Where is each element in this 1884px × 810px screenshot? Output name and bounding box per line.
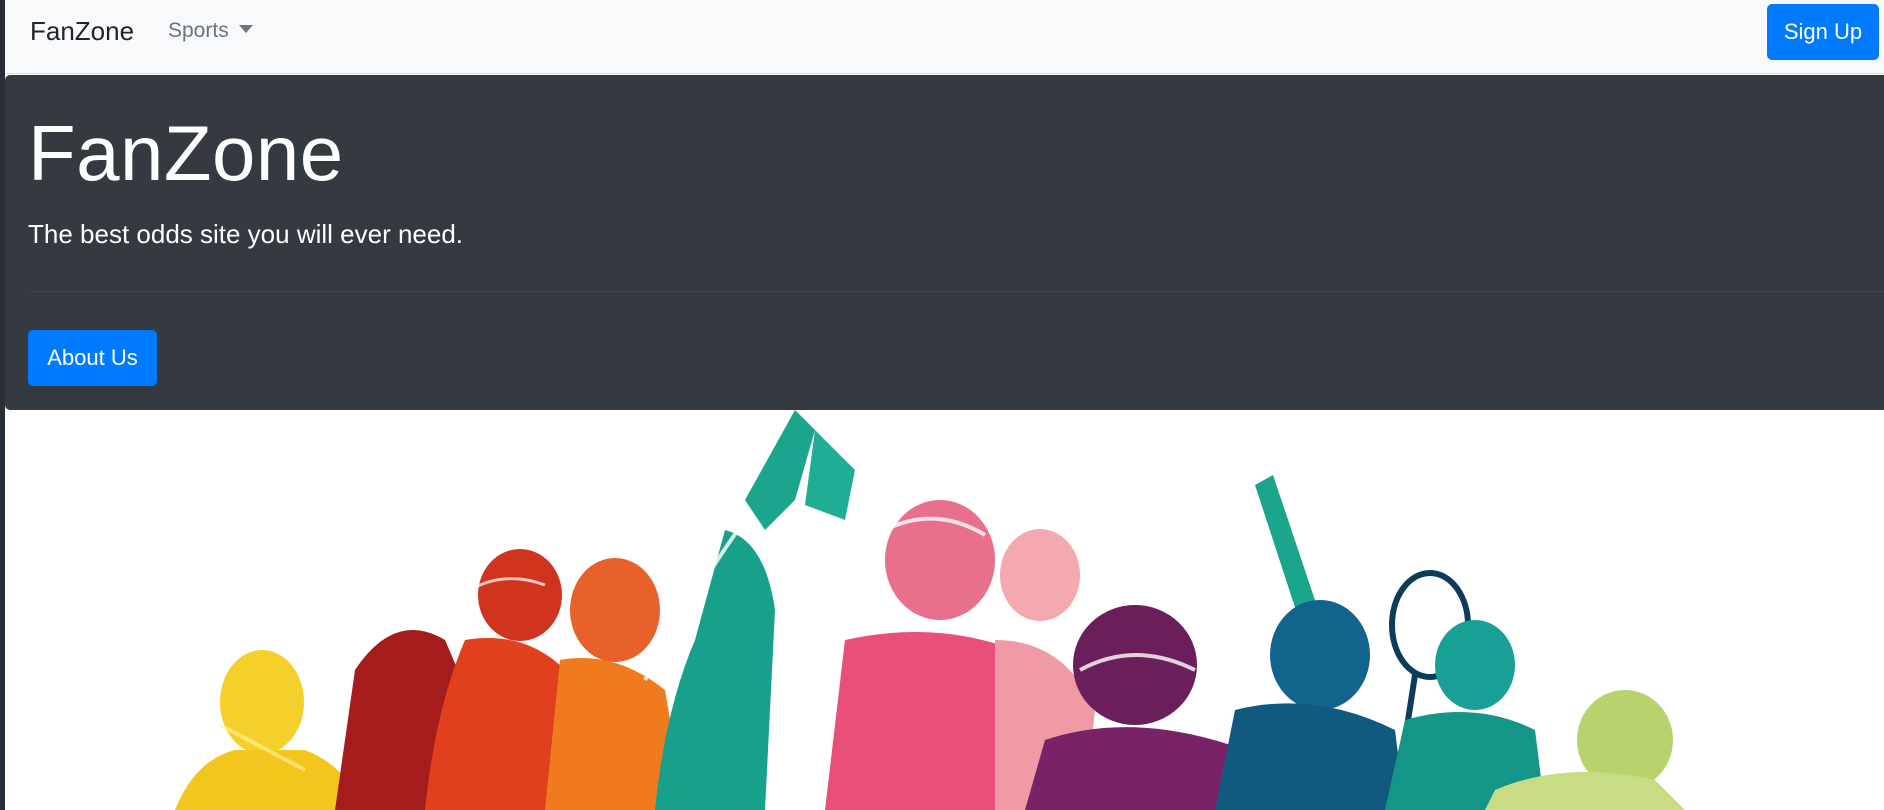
blue-athlete-silhouette — [1215, 475, 1405, 810]
sports-silhouettes-illustration — [175, 410, 1685, 810]
teal-athlete-silhouette — [643, 410, 855, 810]
red-athlete-silhouette — [335, 549, 565, 810]
hero-jumbotron: FanZone The best odds site you will ever… — [5, 75, 1884, 410]
tennis-athlete-silhouette — [1385, 570, 1545, 810]
about-us-button[interactable]: About Us — [28, 330, 157, 386]
hero-divider — [28, 291, 1884, 292]
chevron-down-icon — [238, 25, 253, 33]
hero-tagline: The best odds site you will ever need. — [28, 219, 464, 249]
sports-silhouettes-image — [5, 410, 1884, 810]
sports-dropdown[interactable]: Sports — [168, 19, 253, 43]
sports-dropdown-label: Sports — [168, 19, 229, 42]
sign-up-button[interactable]: Sign Up — [1767, 4, 1879, 60]
yellow-athlete-silhouette — [175, 650, 365, 810]
hero-title: FanZone — [28, 109, 344, 197]
top-navbar: FanZone Sports Sign Up — [5, 0, 1884, 74]
navbar-brand[interactable]: FanZone — [30, 16, 134, 47]
